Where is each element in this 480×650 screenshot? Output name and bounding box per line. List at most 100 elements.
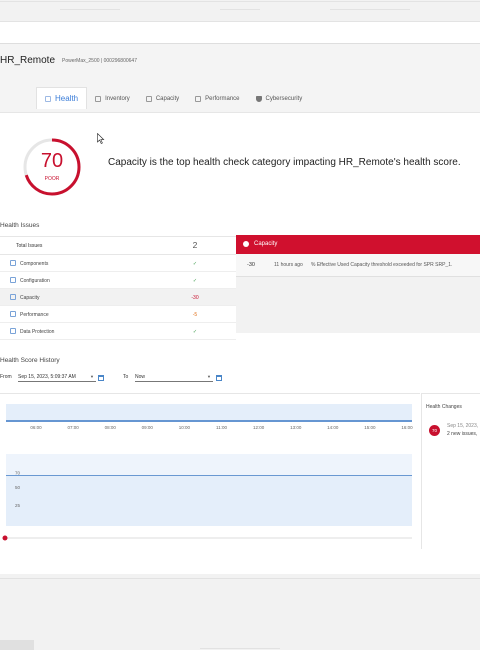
- health-changes-panel: Health Changes 70 Sep 15, 2023, 2 new is…: [421, 393, 480, 549]
- page-title: HR_Remote: [0, 55, 56, 66]
- tab-label: Capacity: [155, 96, 180, 102]
- calendar-icon[interactable]: [216, 375, 222, 381]
- shield-icon: [255, 96, 262, 102]
- x-tick-label: 10:00: [179, 425, 191, 430]
- issue-row-data-protection[interactable]: Data Protection ✓: [0, 323, 236, 340]
- performance-icon: [10, 311, 16, 317]
- x-tick-label: 07:00: [67, 425, 79, 430]
- issue-value: ✓: [192, 329, 198, 335]
- health-headline: Capacity is the top health check categor…: [108, 157, 461, 168]
- issue-value: -5: [192, 312, 198, 318]
- divider: [0, 1, 480, 2]
- x-tick-label: 08:00: [105, 425, 117, 430]
- x-tick-label: 06:00: [30, 425, 42, 430]
- y-tick-label: 50: [15, 485, 21, 490]
- health-issues-title: Health Issues: [0, 222, 40, 229]
- issue-value: -30: [191, 295, 199, 301]
- x-tick-label: 09:00: [142, 425, 154, 430]
- components-icon: [10, 260, 16, 266]
- from-label: From: [0, 374, 12, 380]
- caret-down-icon: ▼: [207, 374, 211, 379]
- x-tick-label: 13:00: [290, 425, 302, 430]
- capacity-icon: [10, 294, 16, 300]
- capacity-issue-value: -30: [247, 262, 255, 268]
- divider: [0, 578, 480, 579]
- alert-icon: [243, 241, 249, 247]
- to-label: To: [123, 374, 129, 380]
- tab-label: Cybersecurity: [265, 96, 303, 102]
- issue-name: Data Protection: [20, 329, 55, 335]
- tab-health[interactable]: Health: [36, 87, 88, 109]
- total-issues-label: Total Issues: [16, 243, 43, 249]
- divider: [60, 9, 120, 10]
- tab-label: Health: [55, 94, 79, 103]
- y-tick-label: 25: [15, 503, 21, 508]
- issue-name: Capacity: [20, 295, 40, 301]
- divider: [330, 9, 410, 10]
- global-search-bar[interactable]: [0, 21, 480, 44]
- configuration-icon: [10, 277, 16, 283]
- health-score-value: 70: [40, 150, 64, 172]
- capacity-icon: [145, 96, 152, 102]
- to-date-field[interactable]: Now ▼: [135, 371, 213, 382]
- x-tick-label: 11:00: [216, 425, 227, 430]
- scrollbar-handle: [2, 535, 8, 541]
- x-tick-label: 12:00: [253, 425, 265, 430]
- x-tick-label: 15:00: [364, 425, 376, 430]
- to-date-value: Now: [135, 374, 146, 380]
- data-protection-icon: [10, 328, 16, 334]
- capacity-detail-header: Capacity: [236, 235, 480, 254]
- divider: [200, 648, 280, 649]
- capacity-detail-panel: Capacity -30 11 hours ago % Effective Us…: [236, 235, 480, 333]
- caret-down-icon: ▼: [90, 374, 94, 379]
- issue-row-components[interactable]: Components ✓: [0, 255, 236, 272]
- divider: [220, 9, 260, 10]
- series-area: [6, 475, 412, 526]
- health-panel: 70 POOR Capacity is the top health check…: [0, 112, 480, 574]
- from-date-field[interactable]: Sep 15, 2023, 5:09:37 AM ▼: [18, 371, 96, 382]
- mouse-pointer-icon: [97, 133, 105, 144]
- calendar-icon[interactable]: [98, 375, 104, 381]
- change-note: 2 new issues,: [447, 431, 478, 437]
- issue-name: Configuration: [20, 278, 50, 284]
- health-changes-title: Health Changes: [426, 404, 462, 410]
- issue-row-performance[interactable]: Performance -5: [0, 306, 236, 323]
- x-tick-label: 16:00: [401, 425, 413, 430]
- total-issues-value: 2: [192, 240, 198, 250]
- change-score-badge: 70: [429, 425, 440, 436]
- performance-icon: [195, 96, 202, 102]
- tab-inventory[interactable]: Inventory: [87, 89, 138, 109]
- issue-value: ✓: [192, 261, 198, 267]
- tab-label: Inventory: [105, 96, 130, 102]
- from-date-value: Sep 15, 2023, 5:09:37 AM: [18, 374, 76, 380]
- capacity-detail-title: Capacity: [254, 241, 278, 247]
- total-issues-row: Total Issues 2: [0, 237, 236, 255]
- health-score-label: POOR: [44, 176, 60, 182]
- bottom-tab[interactable]: [0, 640, 34, 650]
- issue-name: Components: [20, 261, 49, 267]
- issue-row-capacity[interactable]: Capacity -30: [0, 289, 236, 306]
- change-date: Sep 15, 2023,: [447, 423, 479, 429]
- top-bar: [0, 0, 480, 44]
- health-score-history-title: Health Score History: [0, 357, 60, 364]
- issue-row-configuration[interactable]: Configuration ✓: [0, 272, 236, 289]
- chart-canvas: 06:00 07:00 08:00 09:00 10:00 11:00 12:00 13:00…: [2, 404, 413, 541]
- tab-bar: Health Inventory Capacity Performance Cy…: [36, 87, 310, 109]
- issue-name: Performance: [20, 312, 49, 318]
- capacity-issue-time: 11 hours ago: [274, 262, 303, 268]
- system-subtitle: PowerMax_2500 | 000296800647: [62, 58, 137, 64]
- page-header: HR_Remote PowerMax_2500 | 000296800647 H…: [0, 44, 480, 114]
- tab-cybersecurity[interactable]: Cybersecurity: [248, 89, 311, 109]
- health-score-chart: 06:00 07:00 08:00 09:00 10:00 11:00 12:00 13:00…: [0, 393, 420, 549]
- health-icon: [45, 95, 51, 102]
- capacity-issue-description: % Effective Used Capacity threshold exce…: [311, 262, 453, 268]
- issue-value: ✓: [192, 278, 198, 284]
- capacity-issue-row[interactable]: -30 11 hours ago % Effective Used Capaci…: [236, 254, 480, 277]
- inventory-icon: [95, 96, 102, 102]
- tab-capacity[interactable]: Capacity: [138, 89, 187, 109]
- navigator-area: [6, 404, 412, 422]
- tab-label: Performance: [205, 96, 240, 102]
- x-tick-label: 14:00: [327, 425, 339, 430]
- tab-performance[interactable]: Performance: [187, 89, 247, 109]
- y-tick-label: 70: [15, 471, 21, 476]
